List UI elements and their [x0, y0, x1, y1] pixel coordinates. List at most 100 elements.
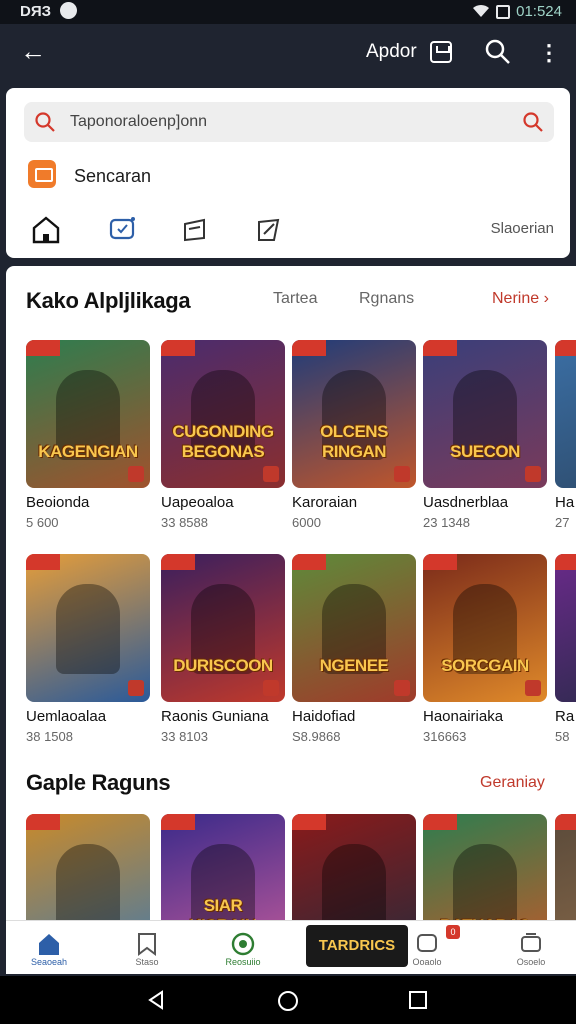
app-thumbnail: [555, 554, 576, 702]
character-art: [322, 844, 386, 920]
search-icon[interactable]: [484, 38, 512, 66]
app-thumbnail: [555, 340, 576, 488]
app-card[interactable]: Uemlaoalaa 38 1508: [26, 554, 150, 744]
app-card[interactable]: CUGONDING BEGONAS Uapeoaloa 33 8588: [161, 340, 285, 530]
game-logo: SORCGAIN: [441, 656, 529, 675]
app-meta-value: 58: [555, 729, 570, 744]
more-vert-icon[interactable]: ⋮: [538, 40, 560, 68]
nav-label: Osoelo: [516, 957, 546, 967]
app-name: Uapeoaloa: [161, 494, 234, 511]
rating-icon: [263, 680, 279, 696]
ribbon-badge: [26, 340, 60, 356]
search-card: Taponoraloenp]onn Sencaran Slaoerian: [6, 88, 570, 258]
nav-more[interactable]: Osoelo: [496, 925, 566, 971]
category-tabs: Slaoerian: [6, 204, 570, 256]
app-name: Ha: [555, 494, 575, 511]
ribbon-badge: [292, 554, 326, 570]
status-bar: DЯЗ 01:524: [0, 0, 576, 24]
ribbon-badge: [292, 814, 326, 830]
app-thumbnail: [292, 814, 416, 920]
app-name: Beoionda: [26, 494, 90, 511]
game-logo: DURISCOON: [173, 656, 273, 675]
filter-chip[interactable]: Rgnans: [359, 290, 414, 308]
ribbon-badge: [423, 814, 457, 830]
app-meta-value: 33 8103: [161, 729, 208, 744]
ribbon-badge: [26, 554, 60, 570]
main-content: Kako Alpljlikaga Tartea Rgnans Nerine › …: [6, 266, 576, 920]
home-circle-icon[interactable]: [277, 990, 299, 1012]
character-art: [453, 844, 517, 920]
app-thumbnail: CUGONDING BEGONAS: [161, 340, 285, 488]
app-meta: S8.9868: [292, 729, 416, 744]
section-title: Gaple Raguns: [26, 770, 171, 795]
tab-home[interactable]: [30, 210, 78, 250]
app-card[interactable]: KAGENGIAN Beoionda 5 600: [26, 340, 150, 530]
notification-icon: [60, 2, 77, 19]
search-submit-icon[interactable]: [522, 111, 544, 133]
filter-chip[interactable]: Tartea: [273, 290, 317, 308]
app-meta-value: 38 1508: [26, 729, 73, 744]
app-card[interactable]: RATHARAS: [423, 814, 547, 920]
app-name: Ra: [555, 708, 575, 725]
app-card[interactable]: [26, 814, 150, 920]
tabs-right-label[interactable]: Slaoerian: [491, 220, 554, 237]
rating-icon: [525, 466, 541, 482]
search-suggestion[interactable]: Sencaran: [24, 158, 324, 192]
app-card[interactable]: Ra 58: [555, 554, 576, 744]
app-thumbnail: [26, 554, 150, 702]
nav-rewards[interactable]: Reosuiio: [208, 925, 278, 971]
app-meta: 23 1348: [423, 515, 547, 530]
app-meta: 58: [555, 729, 576, 744]
app-thumbnail: DURISCOON: [161, 554, 285, 702]
notification-icon: [417, 934, 437, 952]
appbar-title: Apdor: [366, 41, 417, 62]
app-card[interactable]: SUECON Uasdnerblaa 23 1348: [423, 340, 547, 530]
recents-square-icon[interactable]: [408, 990, 428, 1010]
app-thumbnail: OLCENS RINGAN: [292, 340, 416, 488]
tab-books[interactable]: [256, 210, 304, 250]
app-meta: 6000: [292, 515, 416, 530]
character-art: [56, 584, 120, 674]
character-art: [56, 844, 120, 920]
search-input[interactable]: Taponoraloenp]onn: [24, 102, 554, 142]
status-time: DЯЗ: [20, 3, 52, 20]
ribbon-badge: [423, 554, 457, 570]
app-card[interactable]: [555, 814, 576, 920]
nav-label: Staso: [135, 957, 159, 967]
nav-notifications[interactable]: 0 Ooaolo: [392, 925, 462, 971]
see-more-link[interactable]: Geraniay: [480, 774, 545, 792]
app-card[interactable]: DURISCOON Raonis Guniana 33 8103: [161, 554, 285, 744]
suggestion-label: Sencaran: [74, 166, 152, 186]
app-card[interactable]: [292, 814, 416, 920]
target-icon: [231, 932, 255, 956]
nav-home[interactable]: Seaoeah: [14, 925, 84, 971]
tab-games[interactable]: [108, 210, 156, 250]
app-thumbnail: SIAR KICRAIN: [161, 814, 285, 920]
back-triangle-icon[interactable]: [146, 990, 166, 1010]
system-nav-bar: [0, 976, 576, 1024]
rating-icon: [128, 466, 144, 482]
ribbon-badge: [26, 814, 60, 830]
app-card[interactable]: NGENEE Haidofiad S8.9868: [292, 554, 416, 744]
game-logo: SIAR KICRAIN: [189, 896, 257, 920]
nav-label: Ooaolo: [412, 957, 442, 967]
back-arrow-icon[interactable]: ←: [20, 36, 46, 67]
see-more-link[interactable]: Nerine ›: [492, 290, 549, 308]
app-card[interactable]: OLCENS RINGAN Karoraian 6000: [292, 340, 416, 530]
app-meta: 5 600: [26, 515, 150, 530]
app-card[interactable]: SORCGAIN Haonairiaka 316663: [423, 554, 547, 744]
app-meta: 316663: [423, 729, 547, 744]
nav-library[interactable]: Staso: [112, 925, 182, 971]
app-name: Uasdnerblaa: [423, 494, 509, 511]
app-card[interactable]: Ha 27: [555, 340, 576, 530]
save-icon[interactable]: [430, 41, 452, 63]
bottom-nav: Seaoeah Staso Reosuiio TARDRICS 0 Ooaolo…: [6, 920, 576, 974]
tab-apps[interactable]: [182, 210, 230, 250]
app-meta-value: S8.9868: [292, 729, 341, 744]
app-bar: ← Apdor ⋮: [0, 24, 576, 82]
app-card[interactable]: SIAR KICRAIN: [161, 814, 285, 920]
game-logo: NGENEE: [319, 656, 389, 675]
app-meta-value: 6000: [292, 515, 321, 530]
app-thumbnail: KAGENGIAN: [26, 340, 150, 488]
app-thumbnail: [555, 814, 576, 920]
